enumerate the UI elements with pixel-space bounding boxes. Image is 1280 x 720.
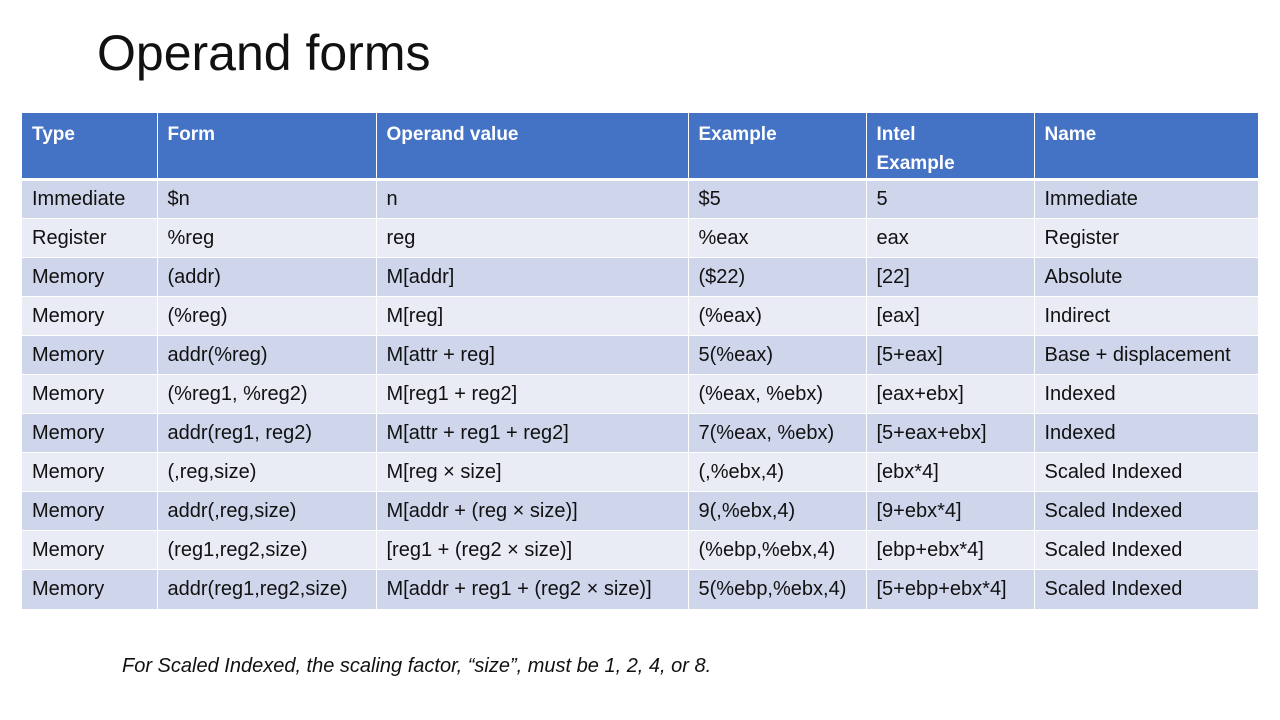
cell-operand-value: M[reg × size] <box>376 452 689 492</box>
cell-operand-value: [reg1 + (reg2 × size)] <box>376 530 689 570</box>
cell-type: Memory <box>22 257 158 297</box>
table-row: Memory addr(reg1,reg2,size) M[addr + reg1 … <box>22 569 1258 609</box>
table-row: Memory addr(reg1, reg2) M[attr + reg1 + re… <box>22 413 1258 453</box>
cell-example: (,%ebx,4) <box>688 452 867 492</box>
cell-form: (%reg) <box>157 296 377 336</box>
cell-type: Register <box>22 218 158 258</box>
cell-example: (%eax, %ebx) <box>688 374 867 414</box>
cell-intel-example: [eax+ebx] <box>866 374 1035 414</box>
cell-form: addr(%reg) <box>157 335 377 375</box>
cell-type: Memory <box>22 491 158 531</box>
cell-form: (addr) <box>157 257 377 297</box>
cell-operand-value: M[addr + reg1 + (reg2 × size)] <box>376 569 689 609</box>
cell-operand-value: M[attr + reg] <box>376 335 689 375</box>
cell-name: Indirect <box>1034 296 1258 336</box>
cell-example: %eax <box>688 218 867 258</box>
cell-operand-value: n <box>376 179 689 219</box>
cell-operand-value: M[addr + (reg × size)] <box>376 491 689 531</box>
cell-intel-example: eax <box>866 218 1035 258</box>
cell-form: (,reg,size) <box>157 452 377 492</box>
cell-name: Base + displacement <box>1034 335 1258 375</box>
table-header-row: Type Form Operand value Example Intel Ex… <box>22 113 1258 181</box>
cell-operand-value: M[addr] <box>376 257 689 297</box>
cell-operand-value: M[attr + reg1 + reg2] <box>376 413 689 453</box>
header-form: Form <box>157 113 377 181</box>
cell-operand-value: M[reg] <box>376 296 689 336</box>
table-row: Memory addr(,reg,size) M[addr + (reg × siz… <box>22 491 1258 531</box>
cell-name: Immediate <box>1034 179 1258 219</box>
cell-intel-example: [5+ebp+ebx*4] <box>866 569 1035 609</box>
cell-form: $n <box>157 179 377 219</box>
header-example: Example <box>688 113 867 181</box>
cell-intel-example: 5 <box>866 179 1035 219</box>
cell-example: 5(%eax) <box>688 335 867 375</box>
cell-operand-value: M[reg1 + reg2] <box>376 374 689 414</box>
cell-example: 7(%eax, %ebx) <box>688 413 867 453</box>
header-name: Name <box>1034 113 1258 181</box>
cell-intel-example: [eax] <box>866 296 1035 336</box>
cell-example: ($22) <box>688 257 867 297</box>
table-row: Memory (reg1,reg2,size) [reg1 + (reg2 × si… <box>22 530 1258 570</box>
cell-form: addr(,reg,size) <box>157 491 377 531</box>
cell-form: addr(reg1, reg2) <box>157 413 377 453</box>
header-intel-example: Intel Example <box>866 113 1035 181</box>
footnote: For Scaled Indexed, the scaling factor, … <box>122 655 712 677</box>
cell-example: (%ebp,%ebx,4) <box>688 530 867 570</box>
cell-intel-example: [ebp+ebx*4] <box>866 530 1035 570</box>
cell-type: Memory <box>22 530 158 570</box>
cell-type: Memory <box>22 374 158 414</box>
cell-name: Indexed <box>1034 413 1258 453</box>
cell-name: Register <box>1034 218 1258 258</box>
cell-name: Scaled Indexed <box>1034 452 1258 492</box>
table-row: Memory addr(%reg) M[attr + reg] 5(%eax) [5+e… <box>22 335 1258 375</box>
cell-example: (%eax) <box>688 296 867 336</box>
cell-form: (%reg1, %reg2) <box>157 374 377 414</box>
cell-form: addr(reg1,reg2,size) <box>157 569 377 609</box>
table-row: Memory (%reg) M[reg] (%eax) [eax] Indirect <box>22 296 1258 336</box>
cell-intel-example: [9+ebx*4] <box>866 491 1035 531</box>
cell-name: Scaled Indexed <box>1034 530 1258 570</box>
table-row: Memory (addr) M[addr] ($22) [22] Absolute <box>22 257 1258 297</box>
cell-form: %reg <box>157 218 377 258</box>
table-row: Immediate $n n $5 5 Immediate <box>22 179 1258 219</box>
table-row: Memory (,reg,size) M[reg × size] (,%ebx,4)[… <box>22 452 1258 492</box>
cell-example: $5 <box>688 179 867 219</box>
cell-intel-example: [22] <box>866 257 1035 297</box>
cell-intel-example: [5+eax+ebx] <box>866 413 1035 453</box>
cell-type: Memory <box>22 413 158 453</box>
cell-type: Memory <box>22 296 158 336</box>
header-operand-value: Operand value <box>376 113 689 181</box>
table-row: Register %reg reg %eax eax Register <box>22 218 1258 258</box>
cell-name: Scaled Indexed <box>1034 569 1258 609</box>
cell-example: 9(,%ebx,4) <box>688 491 867 531</box>
cell-type: Memory <box>22 335 158 375</box>
cell-intel-example: [5+eax] <box>866 335 1035 375</box>
table-row: Memory (%reg1, %reg2) M[reg1 + reg2] (%eax,… <box>22 374 1258 414</box>
cell-intel-example: [ebx*4] <box>866 452 1035 492</box>
cell-name: Indexed <box>1034 374 1258 414</box>
cell-operand-value: reg <box>376 218 689 258</box>
cell-type: Immediate <box>22 179 158 219</box>
slide-title: Operand forms <box>97 25 431 81</box>
cell-name: Absolute <box>1034 257 1258 297</box>
cell-type: Memory <box>22 569 158 609</box>
cell-type: Memory <box>22 452 158 492</box>
cell-example: 5(%ebp,%ebx,4) <box>688 569 867 609</box>
operand-forms-table: Type Form Operand value Example Intel Ex… <box>22 113 1258 609</box>
header-type: Type <box>22 113 158 181</box>
cell-form: (reg1,reg2,size) <box>157 530 377 570</box>
cell-name: Scaled Indexed <box>1034 491 1258 531</box>
